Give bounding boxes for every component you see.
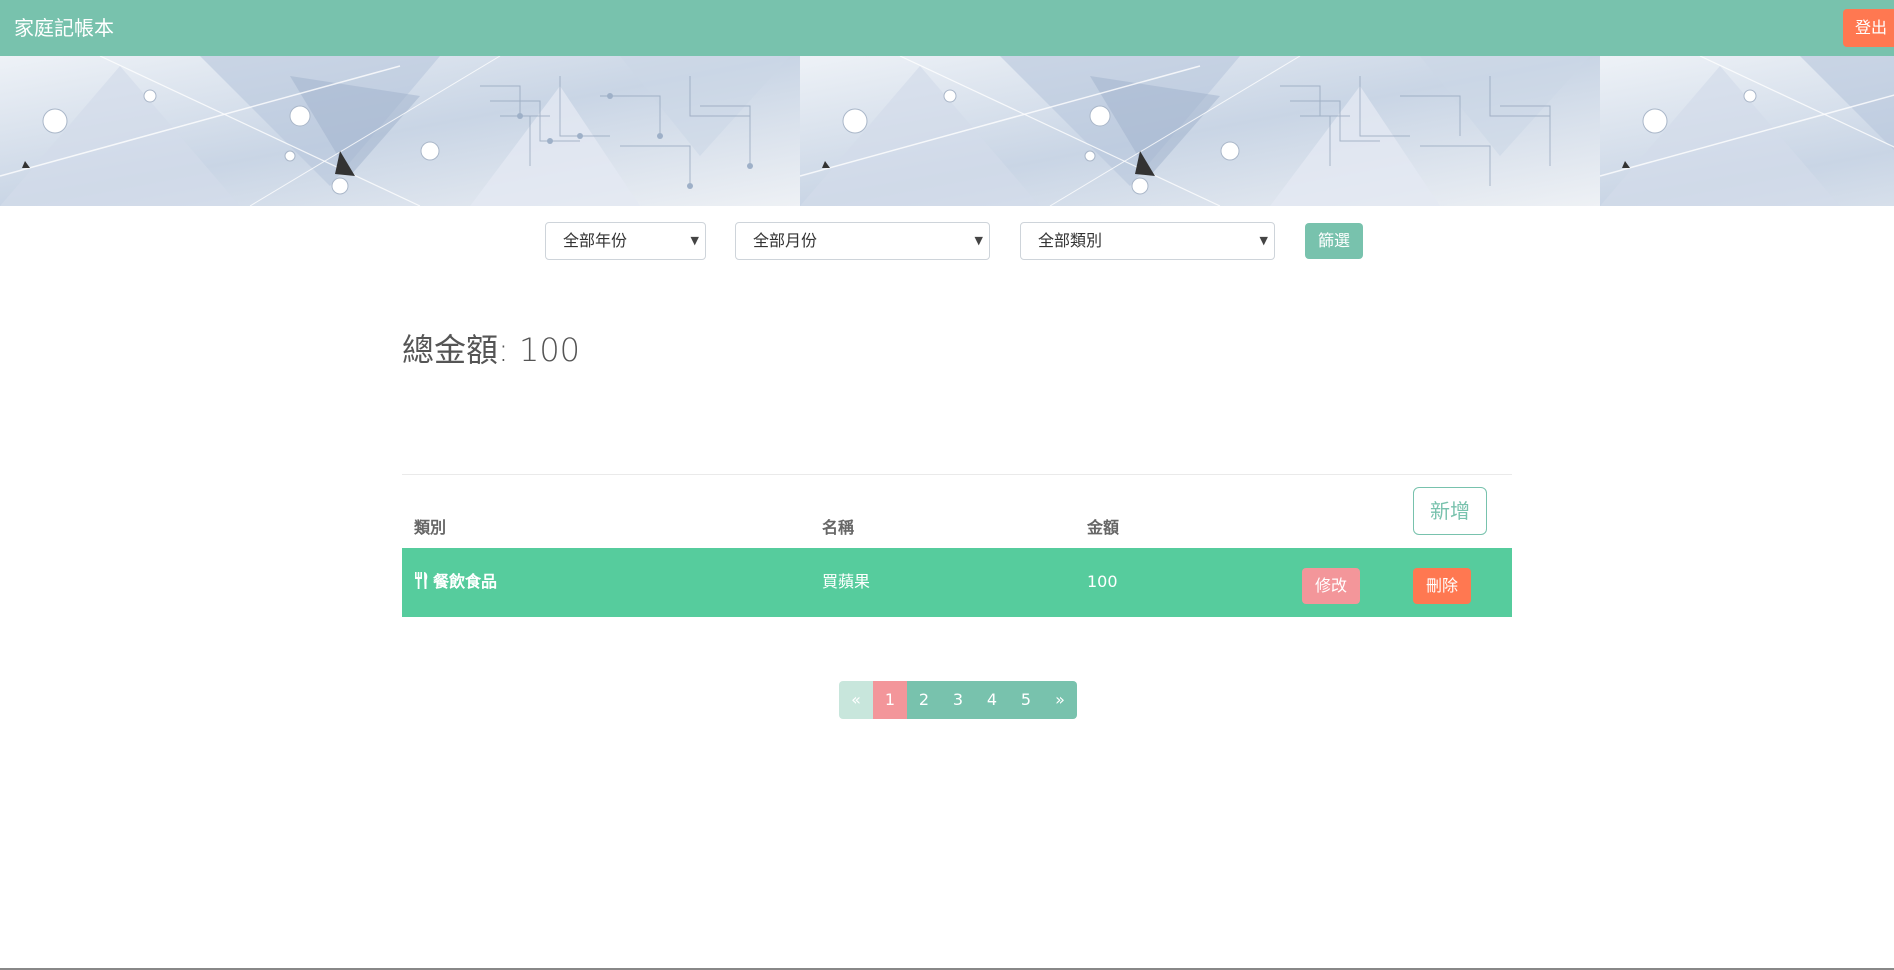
table-divider [402,474,1512,475]
banner-pattern [1600,56,1894,206]
page-2[interactable]: 2 [907,681,941,719]
page-3[interactable]: 3 [941,681,975,719]
banner-image [0,56,1894,206]
chevron-down-icon: ▼ [974,234,983,247]
page-5[interactable]: 5 [1009,681,1043,719]
month-select[interactable]: 全部月份 ▼ [735,222,990,260]
page-prev[interactable]: « [839,681,873,719]
row-amount: 100 [1087,572,1118,591]
table-row: 餐飲食品 買蘋果 100 修改 刪除 [402,548,1512,617]
row-category: 餐飲食品 [414,572,497,592]
header-name: 名稱 [822,518,855,537]
logout-button[interactable]: 登出 [1843,9,1894,47]
brand-title[interactable]: 家庭記帳本 [14,15,114,41]
total-amount: 總金額: 100 [402,331,581,369]
row-name: 買蘋果 [822,572,871,591]
header-category: 類別 [414,518,447,537]
edit-button[interactable]: 修改 [1302,568,1360,604]
delete-button[interactable]: 刪除 [1413,568,1471,604]
category-select-value: 全部類別 [1038,231,1103,250]
page-1[interactable]: 1 [873,681,907,719]
page-4[interactable]: 4 [975,681,1009,719]
header-amount: 金額 [1087,518,1120,537]
year-select-value: 全部年份 [563,231,628,250]
add-button[interactable]: 新增 [1413,487,1487,535]
month-select-value: 全部月份 [753,231,818,250]
page-next[interactable]: » [1043,681,1077,719]
chevron-down-icon: ▼ [690,234,699,247]
banner-pattern [800,56,1600,206]
utensils-icon [415,572,428,589]
filter-button[interactable]: 篩選 [1305,223,1363,259]
banner-pattern [0,56,800,206]
navbar: 家庭記帳本 登出 [0,0,1894,56]
pagination: « 1 2 3 4 5 » [839,681,1077,719]
category-select[interactable]: 全部類別 ▼ [1020,222,1275,260]
row-category-label: 餐飲食品 [433,572,498,591]
chevron-down-icon: ▼ [1259,234,1268,247]
year-select[interactable]: 全部年份 ▼ [545,222,706,260]
